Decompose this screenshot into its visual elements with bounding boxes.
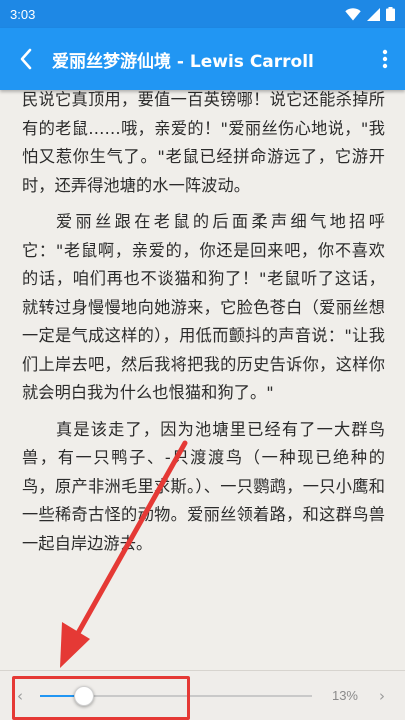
paragraph: 真是该走了，因为池塘里已经有了一大群鸟兽，有一只鸭子、-只渡渡鸟（一种现已绝种的… bbox=[22, 419, 385, 553]
book-title: 爱丽丝梦游仙境 - Lewis Carroll bbox=[52, 51, 314, 72]
status-time: 3:03 bbox=[10, 6, 36, 22]
app-bar: 爱丽丝梦游仙境 - Lewis Carroll bbox=[0, 28, 405, 90]
reading-progress-bar: ‹ 13% › bbox=[0, 670, 405, 720]
status-icons bbox=[345, 7, 395, 21]
prev-chapter-button[interactable]: ‹ bbox=[0, 671, 40, 720]
more-options-button[interactable] bbox=[365, 28, 405, 90]
progress-slider[interactable] bbox=[40, 671, 312, 720]
back-arrow-icon bbox=[20, 48, 32, 70]
wifi-icon bbox=[345, 7, 361, 20]
back-button[interactable] bbox=[0, 28, 52, 90]
progress-percent: 13% bbox=[331, 688, 358, 703]
paragraph: 民说它真顶用，要值一百英镑哪！说它还能杀掉所有的老鼠……哦，亲爱的！"爱丽丝伤心… bbox=[22, 90, 385, 195]
next-chapter-button[interactable]: › bbox=[364, 671, 400, 720]
battery-icon bbox=[386, 7, 395, 21]
slider-thumb[interactable] bbox=[74, 685, 95, 706]
reader-content[interactable]: 民说它真顶用，要值一百英镑哪！说它还能杀掉所有的老鼠……哦，亲爱的！"爱丽丝伤心… bbox=[0, 90, 405, 670]
status-bar: 3:03 bbox=[0, 0, 405, 28]
signal-icon bbox=[367, 7, 380, 21]
more-vert-icon bbox=[382, 49, 388, 69]
paragraph: 爱丽丝跟在老鼠的后面柔声细气地招呼它："老鼠啊，亲爱的，你还是回来吧，你不喜欢的… bbox=[22, 212, 385, 402]
